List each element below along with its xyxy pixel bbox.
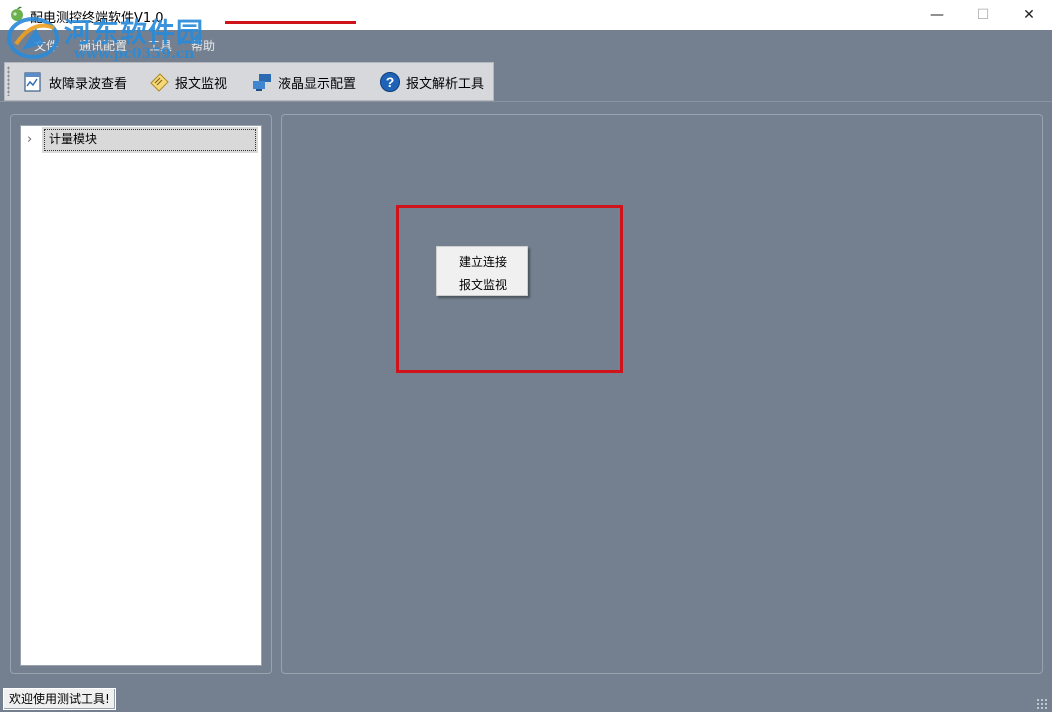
tree-node-label: 计量模块 (44, 129, 256, 151)
message-parse-tool-label: 报文解析工具 (406, 76, 485, 92)
status-bar (0, 686, 1052, 712)
maximize-button[interactable]: ☐ (960, 0, 1006, 30)
monitor-icon (253, 74, 271, 91)
message-parse-tool-button[interactable]: ? 报文解析工具 (379, 68, 484, 96)
status-text: 欢迎使用测试工具! (3, 688, 116, 710)
message-monitor-button[interactable]: 报文监视 (148, 68, 227, 96)
fault-record-view-label: 故障录波查看 (49, 76, 128, 92)
svg-text:?: ? (386, 74, 395, 90)
document-chart-icon (24, 72, 41, 92)
annotation-underline (225, 21, 356, 24)
lcd-display-config-label: 液晶显示配置 (278, 76, 357, 92)
watermark-name: 河东软件园 (64, 18, 204, 49)
chevron-right-icon[interactable]: › (27, 132, 32, 147)
watermark-url: www.pc0359.cn (74, 46, 195, 62)
close-button[interactable]: ✕ (1006, 0, 1052, 30)
lcd-display-config-button[interactable]: 液晶显示配置 (251, 68, 356, 96)
device-tree[interactable] (20, 125, 262, 666)
main-panel (281, 114, 1043, 674)
toolbar-divider (0, 101, 1052, 102)
minimize-button[interactable]: — (914, 0, 960, 30)
help-icon: ? (380, 72, 400, 92)
message-monitor-label: 报文监视 (175, 76, 228, 92)
fault-record-view-button[interactable]: 故障录波查看 (22, 68, 127, 96)
toolbar-grip[interactable] (7, 66, 10, 96)
resize-grip[interactable] (1036, 698, 1048, 710)
pencil-note-icon (150, 73, 169, 92)
tree-node-metering-module[interactable]: 计量模块 (42, 127, 258, 153)
watermark-logo (7, 17, 59, 59)
annotation-highlight-box (396, 205, 623, 373)
